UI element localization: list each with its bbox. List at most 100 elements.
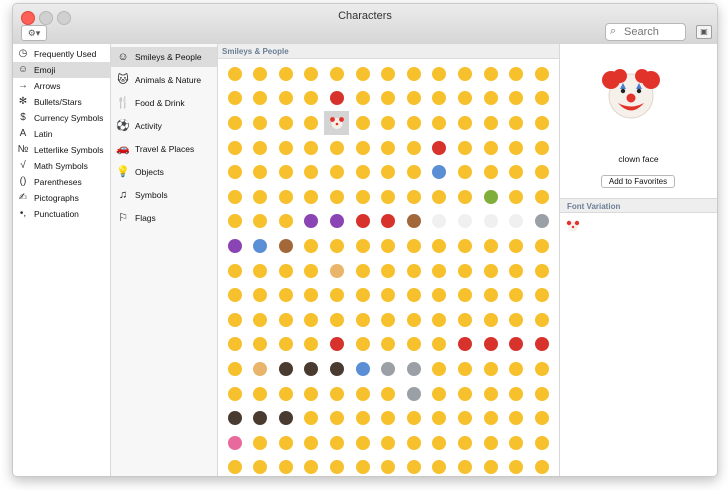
emoji-cell[interactable] [299, 382, 324, 406]
emoji-cell[interactable] [299, 111, 324, 135]
emoji-cell[interactable] [222, 234, 247, 258]
category-flags[interactable]: ⚐ Flags [111, 208, 217, 228]
emoji-cell[interactable] [452, 185, 477, 209]
emoji-cell[interactable] [478, 210, 503, 234]
emoji-cell[interactable] [504, 185, 529, 209]
emoji-cell[interactable] [350, 160, 375, 184]
emoji-cell[interactable] [504, 333, 529, 357]
emoji-cell[interactable] [350, 382, 375, 406]
emoji-cell[interactable] [529, 185, 554, 209]
emoji-cell[interactable] [478, 160, 503, 184]
emoji-cell[interactable] [273, 259, 298, 283]
emoji-cell[interactable] [478, 406, 503, 430]
emoji-cell[interactable] [248, 259, 273, 283]
search-field[interactable]: ⌕ [605, 23, 686, 41]
emoji-cell[interactable] [222, 259, 247, 283]
emoji-cell[interactable] [401, 111, 426, 135]
emoji-cell[interactable] [222, 160, 247, 184]
emoji-cell[interactable] [222, 456, 247, 476]
emoji-cell[interactable] [324, 185, 349, 209]
emoji-cell[interactable] [529, 406, 554, 430]
emoji-cell[interactable] [222, 333, 247, 357]
emoji-cell[interactable] [350, 431, 375, 455]
toggle-sidebar-button[interactable]: ▣ [696, 25, 712, 39]
emoji-cell[interactable] [452, 136, 477, 160]
emoji-cell[interactable] [299, 259, 324, 283]
emoji-cell[interactable] [324, 357, 349, 381]
emoji-cell[interactable] [427, 234, 452, 258]
emoji-cell[interactable] [376, 456, 401, 476]
emoji-cell[interactable] [350, 136, 375, 160]
emoji-cell[interactable] [350, 210, 375, 234]
emoji-cell[interactable] [529, 283, 554, 307]
emoji-cell[interactable] [504, 406, 529, 430]
category-food-drink[interactable]: 🍴 Food & Drink [111, 93, 217, 113]
emoji-cell[interactable] [452, 160, 477, 184]
emoji-cell[interactable] [401, 87, 426, 111]
emoji-cell[interactable] [248, 431, 273, 455]
emoji-cell[interactable] [478, 333, 503, 357]
emoji-cell[interactable] [376, 160, 401, 184]
sidebar-item-emoji[interactable]: ☺ Emoji [13, 62, 110, 78]
emoji-cell[interactable] [248, 210, 273, 234]
emoji-cell[interactable] [299, 185, 324, 209]
emoji-cell[interactable] [478, 62, 503, 86]
emoji-cell[interactable] [478, 87, 503, 111]
sidebar-item-arrows[interactable]: → Arrows [13, 78, 110, 94]
emoji-cell[interactable] [504, 382, 529, 406]
emoji-cell[interactable] [324, 283, 349, 307]
emoji-cell[interactable] [350, 357, 375, 381]
emoji-cell[interactable] [427, 160, 452, 184]
font-variation-clown-icon[interactable] [566, 219, 580, 233]
emoji-cell[interactable] [299, 62, 324, 86]
gear-menu-button[interactable]: ⚙▾ [21, 25, 47, 41]
emoji-cell[interactable] [529, 357, 554, 381]
emoji-cell[interactable] [529, 382, 554, 406]
emoji-cell[interactable] [504, 456, 529, 476]
emoji-cell[interactable] [273, 431, 298, 455]
emoji-cell[interactable] [324, 234, 349, 258]
emoji-cell[interactable] [401, 259, 426, 283]
emoji-cell[interactable] [401, 234, 426, 258]
emoji-cell[interactable] [273, 456, 298, 476]
emoji-cell[interactable] [273, 308, 298, 332]
emoji-cell[interactable] [452, 308, 477, 332]
emoji-cell[interactable] [504, 283, 529, 307]
emoji-cell[interactable] [427, 456, 452, 476]
emoji-cell[interactable] [401, 308, 426, 332]
emoji-cell[interactable] [452, 87, 477, 111]
category-smileys-people[interactable]: ☺ Smileys & People [111, 47, 217, 67]
emoji-cell[interactable] [376, 357, 401, 381]
emoji-cell[interactable] [529, 234, 554, 258]
emoji-cell[interactable] [452, 406, 477, 430]
emoji-cell[interactable] [324, 160, 349, 184]
emoji-cell[interactable] [478, 382, 503, 406]
emoji-cell[interactable] [273, 87, 298, 111]
sidebar-item-currency-symbols[interactable]: $ Currency Symbols [13, 110, 110, 126]
emoji-cell[interactable] [427, 357, 452, 381]
emoji-cell[interactable] [299, 210, 324, 234]
emoji-cell[interactable] [452, 333, 477, 357]
emoji-cell[interactable] [427, 308, 452, 332]
emoji-cell[interactable] [324, 308, 349, 332]
emoji-cell[interactable] [299, 283, 324, 307]
emoji-cell[interactable] [324, 259, 349, 283]
category-activity[interactable]: ⚽ Activity [111, 116, 217, 136]
emoji-cell[interactable] [376, 62, 401, 86]
emoji-cell[interactable] [376, 333, 401, 357]
sidebar-item-letterlike-symbols[interactable]: № Letterlike Symbols [13, 142, 110, 158]
emoji-cell[interactable] [376, 136, 401, 160]
emoji-cell[interactable] [427, 283, 452, 307]
emoji-cell[interactable] [273, 185, 298, 209]
emoji-cell[interactable] [350, 234, 375, 258]
emoji-cell[interactable] [529, 210, 554, 234]
emoji-cell[interactable] [273, 62, 298, 86]
emoji-cell[interactable] [427, 111, 452, 135]
emoji-cell[interactable] [529, 62, 554, 86]
emoji-cell[interactable] [350, 259, 375, 283]
emoji-cell[interactable] [478, 259, 503, 283]
emoji-cell[interactable] [452, 431, 477, 455]
emoji-cell[interactable] [504, 111, 529, 135]
emoji-cell[interactable] [401, 210, 426, 234]
add-to-favorites-button[interactable]: Add to Favorites [601, 175, 675, 188]
